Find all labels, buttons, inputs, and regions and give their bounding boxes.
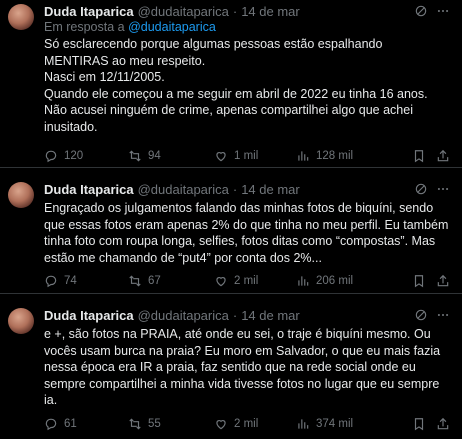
views-icon xyxy=(296,149,310,163)
like-button[interactable]: 1 mil xyxy=(214,149,296,163)
bookmark-icon[interactable] xyxy=(412,274,426,288)
tweet-actions: 61 55 2 mil 374 mil xyxy=(44,409,450,439)
like-button[interactable]: 2 mil xyxy=(214,274,296,288)
author-handle[interactable]: @dudaitaparica xyxy=(138,4,229,19)
bookmark-icon[interactable] xyxy=(412,417,426,431)
more-icon[interactable] xyxy=(436,308,450,322)
tweet-header: Duda Itaparica @dudaitaparica · 14 de ma… xyxy=(44,178,450,200)
tweet-text: e +, são fotos na PRAIA, até onde eu sei… xyxy=(44,327,444,407)
tweet-date[interactable]: 14 de mar xyxy=(241,182,300,197)
views-count: 128 mil xyxy=(316,150,354,162)
author-name[interactable]: Duda Itaparica xyxy=(44,182,134,197)
retweet-count: 94 xyxy=(148,150,161,162)
views-button[interactable]: 206 mil xyxy=(296,274,376,288)
avatar[interactable] xyxy=(8,4,34,30)
tweet-text: Engraçado os julgamentos falando das min… xyxy=(44,201,452,265)
views-icon xyxy=(296,274,310,288)
reply-icon xyxy=(44,417,58,431)
retweet-icon xyxy=(128,149,142,163)
like-icon xyxy=(214,417,228,431)
tweet-3[interactable]: Duda Itaparica @dudaitaparica · 14 de ma… xyxy=(0,294,462,430)
views-button[interactable]: 374 mil xyxy=(296,417,376,431)
separator-dot: · xyxy=(232,3,238,19)
more-icon[interactable] xyxy=(436,4,450,18)
retweet-count: 67 xyxy=(148,275,161,287)
tweet-thread: Duda Itaparica @dudaitaparica · 14 de ma… xyxy=(0,0,462,430)
views-button[interactable]: 128 mil xyxy=(296,149,376,163)
tweet-2[interactable]: Duda Itaparica @dudaitaparica · 14 de ma… xyxy=(0,168,462,294)
like-count: 2 mil xyxy=(234,417,259,430)
tweet-date[interactable]: 14 de mar xyxy=(241,4,300,19)
grok-icon[interactable] xyxy=(414,308,428,322)
like-count: 1 mil xyxy=(234,150,259,162)
reply-count: 120 xyxy=(64,150,84,162)
reply-icon xyxy=(44,149,58,163)
tweet-text: Só esclarecendo porque algumas pessoas e… xyxy=(44,37,428,134)
grok-icon[interactable] xyxy=(414,182,428,196)
like-icon xyxy=(214,149,228,163)
bookmark-icon[interactable] xyxy=(412,149,426,163)
views-count: 206 mil xyxy=(316,275,354,287)
reply-button[interactable]: 120 xyxy=(44,149,128,163)
reply-button[interactable]: 61 xyxy=(44,417,128,431)
like-icon xyxy=(214,274,228,288)
author-name[interactable]: Duda Itaparica xyxy=(44,4,134,19)
reply-count: 74 xyxy=(64,275,77,287)
avatar[interactable] xyxy=(8,308,34,334)
like-count: 2 mil xyxy=(234,275,259,287)
views-count: 374 mil xyxy=(316,417,354,430)
views-icon xyxy=(296,417,310,431)
tweet-header: Duda Itaparica @dudaitaparica · 14 de ma… xyxy=(44,0,450,22)
reply-mention-link[interactable]: @dudaitaparica xyxy=(128,20,216,34)
author-handle[interactable]: @dudaitaparica xyxy=(138,182,229,197)
share-icon[interactable] xyxy=(436,274,450,288)
grok-icon[interactable] xyxy=(414,4,428,18)
retweet-button[interactable]: 94 xyxy=(128,149,214,163)
author-name[interactable]: Duda Itaparica xyxy=(44,308,134,323)
tweet-actions: 120 94 1 mil 128 mil xyxy=(44,141,450,171)
share-icon[interactable] xyxy=(436,149,450,163)
separator-dot: · xyxy=(232,307,238,323)
reply-prefix: Em resposta a xyxy=(44,20,129,34)
tweet-1[interactable]: Duda Itaparica @dudaitaparica · 14 de ma… xyxy=(0,0,462,168)
separator-dot: · xyxy=(232,181,238,197)
reply-icon xyxy=(44,274,58,288)
author-handle[interactable]: @dudaitaparica xyxy=(138,308,229,323)
tweet-actions: 74 67 2 mil 206 mil xyxy=(44,266,450,296)
reply-context: Em resposta a @dudaitaparica xyxy=(44,20,450,34)
reply-count: 61 xyxy=(64,417,77,430)
retweet-icon xyxy=(128,417,142,431)
retweet-button[interactable]: 67 xyxy=(128,274,214,288)
tweet-header: Duda Itaparica @dudaitaparica · 14 de ma… xyxy=(44,304,450,326)
avatar[interactable] xyxy=(8,182,34,208)
reply-button[interactable]: 74 xyxy=(44,274,128,288)
more-icon[interactable] xyxy=(436,182,450,196)
share-icon[interactable] xyxy=(436,417,450,431)
retweet-icon xyxy=(128,274,142,288)
retweet-count: 55 xyxy=(148,417,161,430)
like-button[interactable]: 2 mil xyxy=(214,417,296,431)
tweet-date[interactable]: 14 de mar xyxy=(241,308,300,323)
retweet-button[interactable]: 55 xyxy=(128,417,214,431)
